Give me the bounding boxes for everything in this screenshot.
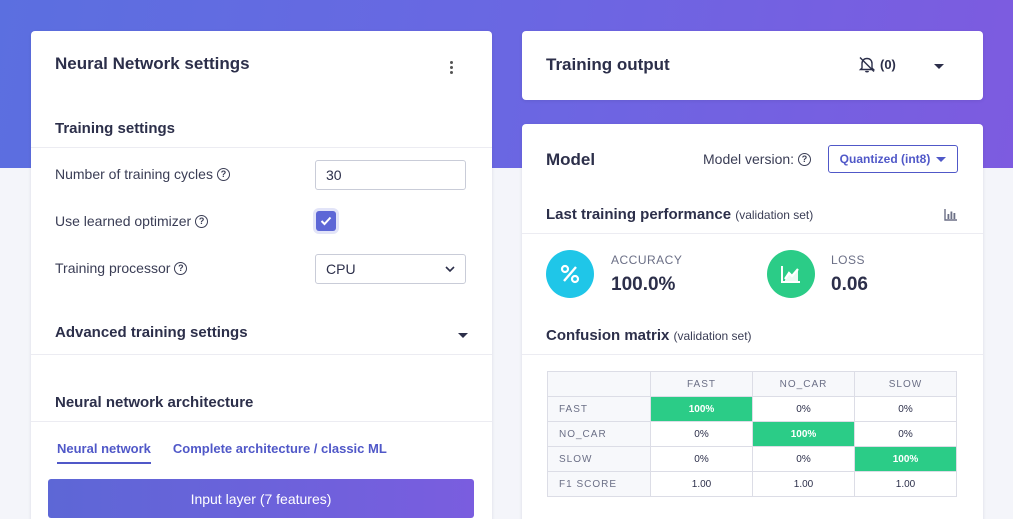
table-row: F1 SCORE 1.00 1.00 1.00 [547, 471, 957, 497]
matrix-cell: 1.00 [650, 471, 753, 497]
column-header: SLOW [854, 371, 957, 397]
loss-value: 0.06 [831, 274, 868, 295]
percent-icon [560, 264, 580, 284]
matrix-cell: 1.00 [752, 471, 855, 497]
training-processor-label: Training processor ? [55, 260, 188, 276]
training-processor-label-text: Training processor [55, 260, 171, 276]
training-output-card: Training output (0) [522, 31, 983, 100]
architecture-heading: Neural network architecture [55, 394, 254, 411]
table-header-row: FAST NO_CAR SLOW [547, 371, 957, 397]
bar-chart-icon[interactable] [944, 208, 958, 221]
model-version-label: Model version: ? [703, 151, 812, 167]
training-processor-select[interactable]: CPU [315, 254, 466, 284]
matrix-cell: 0% [854, 396, 957, 422]
caret-down-icon[interactable] [458, 333, 468, 338]
question-circle-icon[interactable]: ? [216, 167, 230, 181]
accuracy-value: 100.0% [611, 274, 676, 295]
row-header: FAST [547, 396, 651, 422]
last-performance-heading: Last training performance (validation se… [546, 206, 813, 223]
table-row: SLOW 0% 0% 100% [547, 446, 957, 472]
loss-badge [767, 250, 815, 298]
accuracy-label: ACCURACY [611, 253, 683, 267]
notifications-toggle[interactable]: (0) [858, 56, 896, 73]
matrix-cell: 0% [752, 396, 855, 422]
matrix-cell: 1.00 [854, 471, 957, 497]
training-processor-value: CPU [326, 261, 356, 277]
divider [522, 233, 983, 234]
caret-down-icon[interactable] [934, 64, 944, 69]
matrix-cell: 0% [752, 446, 855, 472]
confusion-matrix-heading: Confusion matrix (validation set) [546, 327, 752, 344]
matrix-cell: 100% [854, 446, 957, 472]
corner-cell [547, 371, 651, 397]
kebab-menu-icon[interactable] [448, 61, 454, 77]
tab-neural-network[interactable]: Neural network [57, 441, 151, 464]
chevron-down-icon [445, 265, 455, 272]
bell-off-icon [858, 57, 876, 73]
table-row: FAST 100% 0% 0% [547, 396, 957, 422]
neural-network-settings-card: Neural Network settings Training setting… [31, 31, 492, 519]
model-card: Model Model version: ? Quantized (int8) … [522, 124, 983, 519]
confusion-matrix-table: FAST NO_CAR SLOW FAST 100% 0% 0% NO_CAR … [547, 371, 957, 497]
caret-down-icon [936, 156, 947, 162]
tab-complete-architecture[interactable]: Complete architecture / classic ML [173, 441, 387, 464]
divider [31, 354, 492, 355]
learned-optimizer-label-text: Use learned optimizer [55, 213, 192, 229]
row-header: F1 SCORE [547, 471, 651, 497]
checkmark-icon [320, 216, 332, 226]
confusion-matrix-heading-text: Confusion matrix [546, 327, 670, 344]
training-settings-heading: Training settings [55, 120, 176, 137]
column-header: NO_CAR [752, 371, 855, 397]
training-cycles-label: Number of training cycles ? [55, 166, 230, 182]
training-cycles-input[interactable] [315, 160, 466, 190]
column-header: FAST [650, 371, 753, 397]
input-layer-button[interactable]: Input layer (7 features) [48, 479, 474, 518]
loss-label: LOSS [831, 253, 866, 267]
training-cycles-label-text: Number of training cycles [55, 166, 213, 182]
last-performance-note: (validation set) [735, 208, 814, 222]
card-title: Training output [546, 55, 670, 74]
question-circle-icon[interactable]: ? [798, 152, 812, 166]
learned-optimizer-label: Use learned optimizer ? [55, 213, 209, 229]
divider [522, 354, 983, 355]
matrix-cell: 0% [650, 446, 753, 472]
card-title: Model [546, 150, 596, 169]
matrix-cell: 100% [752, 421, 855, 447]
matrix-cell: 100% [650, 396, 753, 422]
table-row: NO_CAR 0% 100% 0% [547, 421, 957, 447]
matrix-cell: 0% [650, 421, 753, 447]
row-header: SLOW [547, 446, 651, 472]
model-version-select[interactable]: Quantized (int8) [828, 145, 958, 173]
matrix-cell: 0% [854, 421, 957, 447]
learned-optimizer-checkbox[interactable] [316, 211, 336, 231]
last-performance-heading-text: Last training performance [546, 206, 732, 223]
card-title: Neural Network settings [55, 54, 250, 73]
accuracy-badge [546, 250, 594, 298]
model-version-value: Quantized (int8) [839, 152, 931, 166]
architecture-tabs: Neural network Complete architecture / c… [57, 441, 387, 464]
question-circle-icon[interactable]: ? [174, 261, 188, 275]
divider [31, 421, 492, 422]
advanced-training-heading[interactable]: Advanced training settings [55, 324, 248, 341]
confusion-matrix-note: (validation set) [673, 329, 752, 343]
notification-count: (0) [880, 57, 896, 72]
model-version-label-text: Model version: [703, 151, 795, 167]
row-header: NO_CAR [547, 421, 651, 447]
question-circle-icon[interactable]: ? [195, 214, 209, 228]
trend-chart-icon [781, 266, 800, 283]
divider [31, 147, 492, 148]
